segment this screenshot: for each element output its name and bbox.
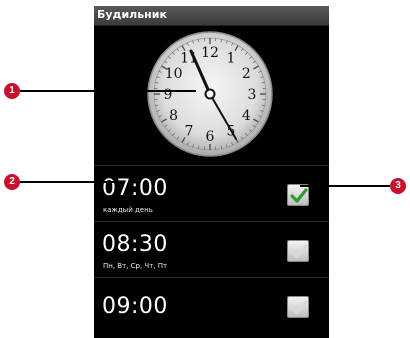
callout-badge: 1 — [4, 83, 20, 99]
clock-numeral: 3 — [248, 87, 257, 103]
title-bar: Будильник — [94, 6, 329, 26]
checkmark-icon — [290, 188, 308, 203]
clock-numeral: 12 — [201, 45, 219, 61]
alarm-toggle-checkbox[interactable] — [287, 184, 309, 206]
alarm-toggle-checkbox[interactable] — [287, 296, 309, 318]
callout-leader-line — [20, 181, 116, 183]
alarm-time: 07:00 — [102, 176, 168, 201]
phone-screen: Будильник 121234567891011 07:00 каждый д… — [94, 6, 329, 338]
checkmark-icon — [290, 244, 308, 259]
callout-badge: 2 — [4, 174, 20, 190]
callout-leader-line — [300, 185, 390, 187]
app-title: Будильник — [97, 8, 167, 21]
alarm-days: каждый день — [103, 206, 153, 214]
alarm-time: 09:00 — [102, 294, 168, 319]
callout-badge: 3 — [390, 178, 406, 194]
clock-numeral: 4 — [242, 108, 251, 124]
callout-leader-line — [20, 90, 196, 92]
analog-clock[interactable]: 121234567891011 — [146, 29, 274, 159]
alarm-time: 08:30 — [102, 232, 168, 257]
clock-numeral: 7 — [185, 123, 194, 139]
clock-numeral: 8 — [169, 108, 178, 124]
clock-numeral: 2 — [242, 66, 251, 82]
clock-numeral: 1 — [227, 51, 236, 67]
alarm-toggle-checkbox[interactable] — [287, 240, 309, 262]
alarm-row-3[interactable]: 09:00 — [94, 278, 329, 334]
alarm-row-1[interactable]: 07:00 каждый день — [94, 166, 329, 222]
clock-numeral: 10 — [165, 66, 183, 82]
alarm-days: Пн, Вт, Ср, Чт, Пт — [103, 262, 168, 270]
checkmark-icon — [290, 300, 308, 315]
alarm-row-2[interactable]: 08:30 Пн, Вт, Ср, Чт, Пт — [94, 222, 329, 278]
clock-center — [204, 88, 216, 100]
clock-numeral: 6 — [206, 129, 215, 145]
